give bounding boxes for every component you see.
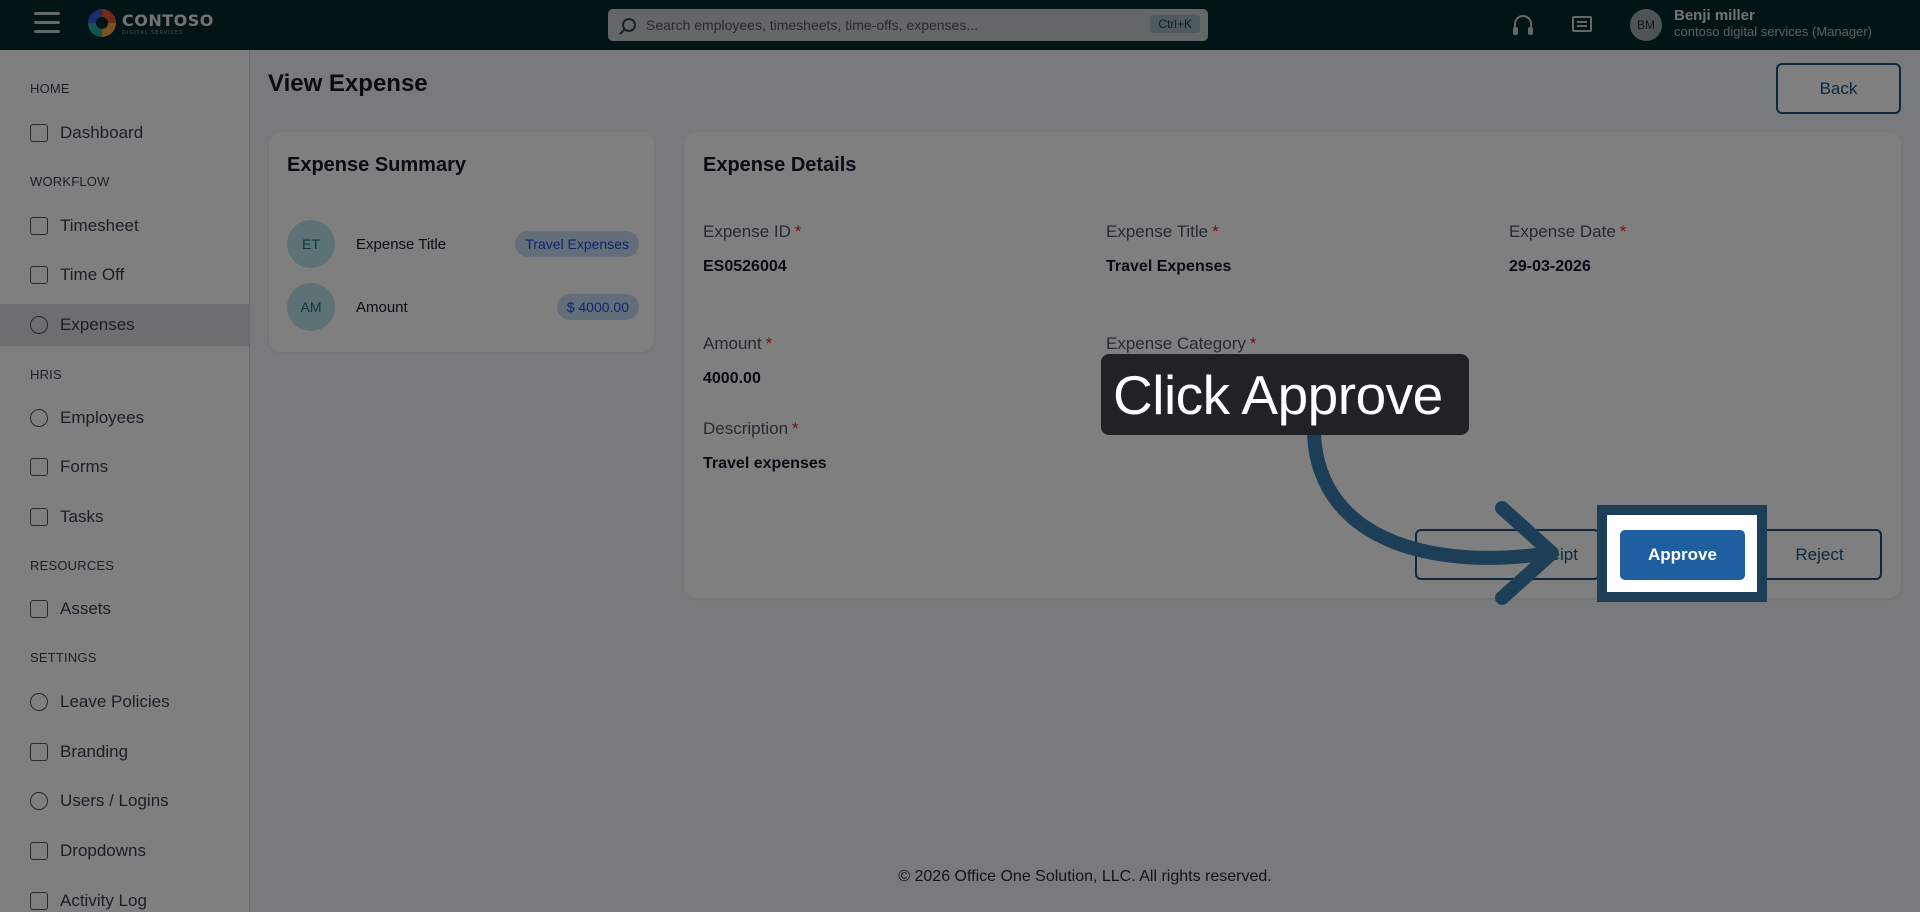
brand-name: CONTOSO: [122, 10, 214, 30]
expense-summary-title: Expense Summary: [287, 154, 466, 176]
expense-summary-card: Expense Summary ET Expense Title Travel …: [269, 132, 654, 352]
avatar: ET: [287, 220, 335, 268]
search-placeholder: Search employees, timesheets, time-offs,…: [646, 17, 979, 33]
field-value-expense-title: Travel Expenses: [1106, 258, 1232, 275]
reject-button[interactable]: Reject: [1757, 529, 1882, 580]
field-label-description: Description *: [703, 419, 799, 438]
sidebar-item-label: Forms: [60, 457, 109, 476]
footer-copyright: © 2026 Office One Solution, LLC. All rig…: [898, 868, 1272, 885]
field-value-expense-id: ES0526004: [703, 258, 787, 275]
sidebar-item-tasks[interactable]: Tasks: [0, 496, 249, 538]
sidebar-item-dropdowns[interactable]: Dropdowns: [0, 830, 249, 872]
sidebar: HOME Dashboard WORKFLOW Timesheet Time O…: [0, 50, 250, 912]
sidebar-item-label: Time Off: [60, 265, 125, 284]
sidebar-section-workflow: WORKFLOW: [30, 174, 110, 189]
archive-icon: [30, 743, 48, 761]
field-label-expense-date: Expense Date *: [1509, 222, 1627, 241]
calendar-icon: [30, 266, 48, 284]
field-label-expense-title: Expense Title *: [1106, 222, 1219, 241]
sidebar-item-label: Activity Log: [60, 891, 147, 910]
sidebar-item-users-logins[interactable]: Users / Logins: [0, 780, 249, 822]
field-label-expense-category: Expense Category *: [1106, 334, 1257, 353]
user-organization: contoso digital services (Manager): [1674, 24, 1872, 39]
sidebar-item-expenses[interactable]: Expenses: [0, 304, 249, 346]
dashboard-icon: [30, 124, 48, 142]
sidebar-item-branding[interactable]: Branding: [0, 731, 249, 773]
field-value-amount: 4000.00: [703, 370, 761, 387]
field-label-amount: Amount *: [703, 334, 773, 353]
sidebar-item-dashboard[interactable]: Dashboard: [0, 112, 249, 154]
sidebar-item-timesheet[interactable]: Timesheet: [0, 205, 249, 247]
expense-details-title: Expense Details: [703, 154, 857, 176]
chat-icon[interactable]: [1572, 16, 1592, 32]
clipboard-icon: [30, 508, 48, 526]
top-bar: CONTOSO DIGITAL SERVICES Search employee…: [0, 0, 1920, 50]
sidebar-item-label: Dashboard: [60, 123, 144, 142]
search-icon: [622, 18, 636, 32]
field-label-text: Amount: [703, 334, 762, 353]
sidebar-section-resources: RESOURCES: [30, 558, 115, 573]
field-label-text: Expense Date: [1509, 222, 1616, 241]
person-icon: [30, 409, 48, 427]
summary-value-badge: Travel Expenses: [515, 231, 639, 257]
summary-row-amount: AM Amount $ 4000.00: [287, 283, 639, 331]
field-label-text: Expense Title: [1106, 222, 1209, 241]
search-shortcut-badge: Ctrl+K: [1150, 15, 1200, 33]
timesheet-icon: [30, 217, 48, 235]
sidebar-item-label: Assets: [60, 599, 112, 618]
headset-icon[interactable]: [1513, 15, 1533, 35]
field-label-text: Expense Category: [1106, 334, 1246, 353]
menu-icon[interactable]: [34, 12, 60, 36]
page-title: View Expense: [268, 70, 428, 97]
user-icon: [30, 792, 48, 810]
brand-subtitle: DIGITAL SERVICES: [122, 29, 184, 36]
sidebar-item-employees[interactable]: Employees: [0, 397, 249, 439]
user-avatar[interactable]: BM: [1630, 9, 1662, 41]
user-name[interactable]: Benji miller: [1674, 7, 1755, 24]
field-label-expense-id: Expense ID *: [703, 222, 802, 241]
code-icon: [30, 458, 48, 476]
field-value-description: Travel expenses: [703, 455, 827, 472]
sidebar-item-forms[interactable]: Forms: [0, 446, 249, 488]
back-button[interactable]: Back: [1776, 63, 1901, 114]
sidebar-item-label: Employees: [60, 408, 145, 427]
summary-row-expense-title: ET Expense Title Travel Expenses: [287, 220, 639, 268]
sidebar-section-settings: SETTINGS: [30, 650, 97, 665]
field-label-text: Description: [703, 419, 789, 438]
summary-label: Amount: [356, 298, 408, 316]
tutorial-arrow-icon: [1307, 428, 1559, 605]
sidebar-section-hris: HRIS: [30, 367, 62, 382]
sidebar-item-label: Timesheet: [60, 216, 139, 235]
sidebar-item-activity-log[interactable]: Activity Log: [0, 880, 249, 912]
sidebar-item-leave-policies[interactable]: Leave Policies: [0, 681, 249, 723]
sidebar-item-label: Dropdowns: [60, 841, 146, 860]
approve-button[interactable]: Approve: [1620, 530, 1745, 580]
logo[interactable]: CONTOSO DIGITAL SERVICES: [88, 9, 214, 37]
sidebar-item-label: Expenses: [60, 315, 135, 334]
activity-icon: [30, 892, 48, 910]
sidebar-item-label: Leave Policies: [60, 692, 170, 711]
building-icon: [30, 600, 48, 618]
field-label-text: Expense ID: [703, 222, 791, 241]
sidebar-item-label: Branding: [60, 742, 129, 761]
avatar: AM: [287, 283, 335, 331]
search-input[interactable]: Search employees, timesheets, time-offs,…: [608, 9, 1208, 41]
database-icon: [30, 693, 48, 711]
sidebar-item-time-off[interactable]: Time Off: [0, 254, 249, 296]
field-value-expense-date: 29-03-2026: [1509, 258, 1591, 275]
sidebar-item-assets[interactable]: Assets: [0, 588, 249, 630]
download-icon: [30, 842, 48, 860]
summary-value-badge: $ 4000.00: [556, 294, 639, 320]
sidebar-section-home: HOME: [30, 81, 70, 96]
sidebar-item-label: Tasks: [60, 507, 104, 526]
summary-label: Expense Title: [356, 235, 447, 253]
dollar-icon: [30, 316, 48, 334]
sidebar-item-label: Users / Logins: [60, 791, 169, 810]
tutorial-callout: Click Approve: [1101, 354, 1469, 435]
contoso-logo-icon: [88, 9, 116, 37]
